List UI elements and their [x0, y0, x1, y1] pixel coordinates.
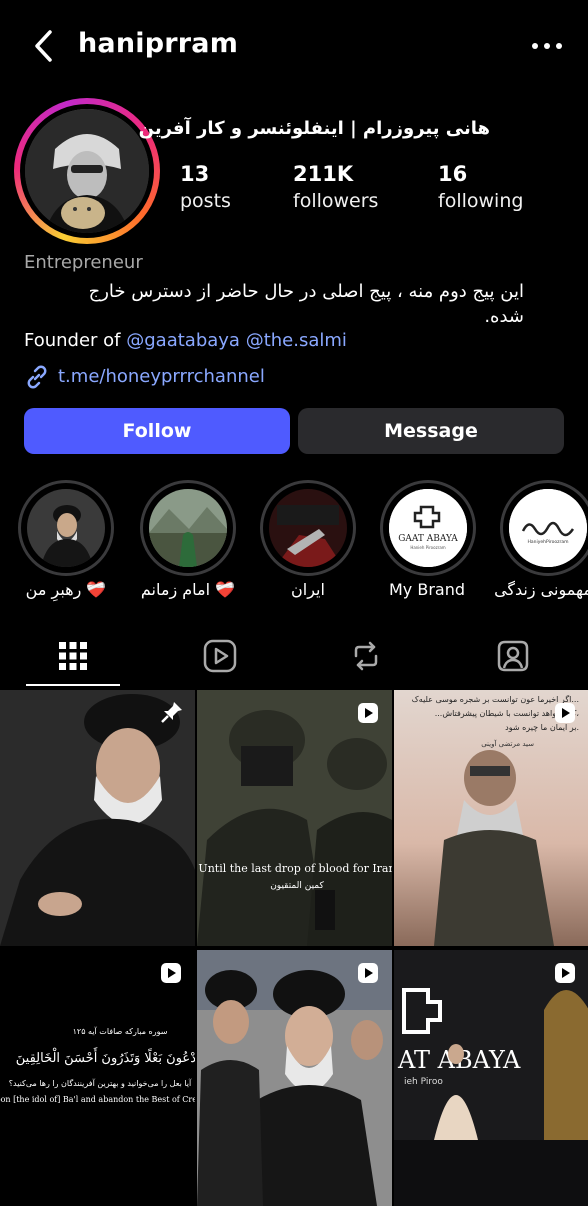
profile-full-name: هانی پیروزرام | اینفلوئنسر و کار آفرین	[138, 118, 490, 139]
svg-text:آیا بعل را می‌خوانید و بهترین: آیا بعل را می‌خوانید و بهترین آفرینندگان…	[9, 1078, 192, 1088]
avatar-frame	[20, 104, 154, 238]
reel-badge-icon	[161, 963, 181, 983]
avatar-photo	[25, 109, 149, 233]
top-bar: haniprram	[0, 0, 588, 90]
svg-text:ieh Piroo: ieh Piroo	[404, 1077, 443, 1087]
highlight-my-brand[interactable]: GAAT ABAYA Hanieh Piroozram	[380, 480, 476, 576]
post-image: Until the last drop of blood for Iran کم…	[197, 690, 392, 946]
reel-badge-icon	[555, 963, 575, 983]
tagged-icon[interactable]	[493, 636, 533, 676]
founder-prefix: Founder of	[24, 330, 121, 351]
stat-following-count: 16	[438, 162, 468, 186]
svg-text:HaniyehPiroozram: HaniyehPiroozram	[527, 539, 568, 545]
active-tab-indicator	[26, 684, 120, 686]
post-tile[interactable]: AT ABAYA ieh Piroo	[394, 950, 588, 1206]
highlight-label: ایران	[291, 580, 325, 599]
chevron-left-icon[interactable]	[30, 26, 60, 66]
highlight-label: My Brand	[388, 580, 465, 599]
profile-link-text: t.me/honeyprrrchannel	[58, 366, 265, 387]
svg-text:بر ایمان ما چیره شود.: بر ایمان ما چیره شود.	[505, 723, 579, 732]
highlight-iran-image	[269, 489, 347, 567]
highlight-imam-zaman[interactable]	[140, 480, 236, 576]
more-horizontal-icon[interactable]	[530, 38, 564, 54]
post-tile[interactable]	[0, 690, 195, 946]
follow-button[interactable]: Follow	[24, 408, 290, 454]
link-icon	[27, 365, 47, 389]
post-tile[interactable]: سوره مبارکه صافات آیه ۱۲۵ أَتَدْعُونَ بَ…	[0, 950, 195, 1206]
profile-founder-line: Founder of @gaatabaya @the.salmi	[24, 330, 347, 351]
highlight-imam-zaman-image	[149, 489, 227, 567]
stat-posts-count: 13	[180, 162, 210, 186]
highlight-label: مهمونی زندگی	[494, 580, 588, 599]
stat-followers-count: 211K	[293, 162, 354, 186]
highlight-rahbar[interactable]	[18, 480, 114, 576]
stat-following-label: following	[438, 190, 524, 212]
post-image: اگر اخیرما عون توانست بر شجره موسی علیه‌…	[394, 690, 588, 946]
stat-posts-label: posts	[180, 190, 231, 212]
profile-bio: این پیج دوم منه ، پیج اصلی در حال حاضر ا…	[24, 279, 524, 329]
reel-badge-icon	[358, 963, 378, 983]
mention-the-salmi[interactable]: @the.salmi	[246, 330, 347, 351]
profile-link[interactable]: t.me/honeyprrrchannel	[24, 364, 265, 390]
stat-followers-label: followers	[293, 190, 379, 212]
highlight-iran[interactable]	[260, 480, 356, 576]
profile-username: haniprram	[78, 28, 239, 59]
highlight-rahbar-image	[27, 489, 105, 567]
reels-icon[interactable]	[200, 636, 240, 676]
grid-icon[interactable]	[53, 636, 93, 676]
post-image: سوره مبارکه صافات آیه ۱۲۵ أَتَدْعُونَ بَ…	[0, 950, 195, 1206]
svg-text:upon [the idol of] Ba'l and ab: upon [the idol of] Ba'l and abandon the …	[0, 1095, 195, 1104]
stat-following[interactable]: 16 following	[438, 160, 523, 214]
reel-badge-icon	[555, 703, 575, 723]
svg-text:سوره مبارکه صافات آیه ۱۲۵: سوره مبارکه صافات آیه ۱۲۵	[73, 1026, 168, 1036]
highlight-my-brand-image: GAAT ABAYA Hanieh Piroozram	[389, 489, 467, 567]
hanieh-signature-logo: HaniyehPiroozram	[509, 489, 587, 567]
post-image	[197, 950, 392, 1206]
message-button[interactable]: Message	[298, 408, 564, 454]
stat-posts[interactable]: 13 posts	[180, 160, 231, 214]
highlight-label: رهبرِ من ❤️‍🩹	[25, 580, 107, 599]
post-tile[interactable]: Until the last drop of blood for Iran کم…	[197, 690, 392, 946]
avatar	[25, 109, 149, 233]
post-image	[0, 690, 195, 946]
highlight-mehmooni-image: HaniyehPiroozram	[509, 489, 587, 567]
bio-line-2: شده.	[484, 306, 524, 327]
svg-text:Until the last drop of blood f: Until the last drop of blood for Iran	[198, 862, 392, 875]
highlight-mehmooni-zendegi[interactable]: HaniyehPiroozram	[500, 480, 588, 576]
bio-line-1: این پیج دوم منه ، پیج اصلی در حال حاضر ا…	[88, 281, 524, 302]
pin-icon	[161, 702, 182, 723]
svg-text:GAAT ABAYA: GAAT ABAYA	[398, 534, 458, 544]
gaat-abaya-logo: GAAT ABAYA Hanieh Piroozram	[389, 489, 467, 567]
post-tile[interactable]	[197, 950, 392, 1206]
profile-category: Entrepreneur	[24, 252, 143, 273]
post-image: AT ABAYA ieh Piroo	[394, 950, 588, 1206]
repost-icon[interactable]	[346, 636, 386, 676]
stat-followers[interactable]: 211K followers	[293, 160, 378, 214]
highlight-label: امام زمانم ❤️‍🩹	[140, 580, 236, 599]
svg-text:کمین المتقیون: کمین المتقیون	[270, 881, 324, 891]
svg-text:Hanieh Piroozram: Hanieh Piroozram	[410, 545, 445, 550]
svg-text:سید مرتضی آوینی: سید مرتضی آوینی	[481, 739, 534, 748]
post-tile[interactable]: اگر اخیرما عون توانست بر شجره موسی علیه‌…	[394, 690, 588, 946]
reel-badge-icon	[358, 703, 378, 723]
mention-gaatabaya[interactable]: @gaatabaya	[126, 330, 240, 351]
